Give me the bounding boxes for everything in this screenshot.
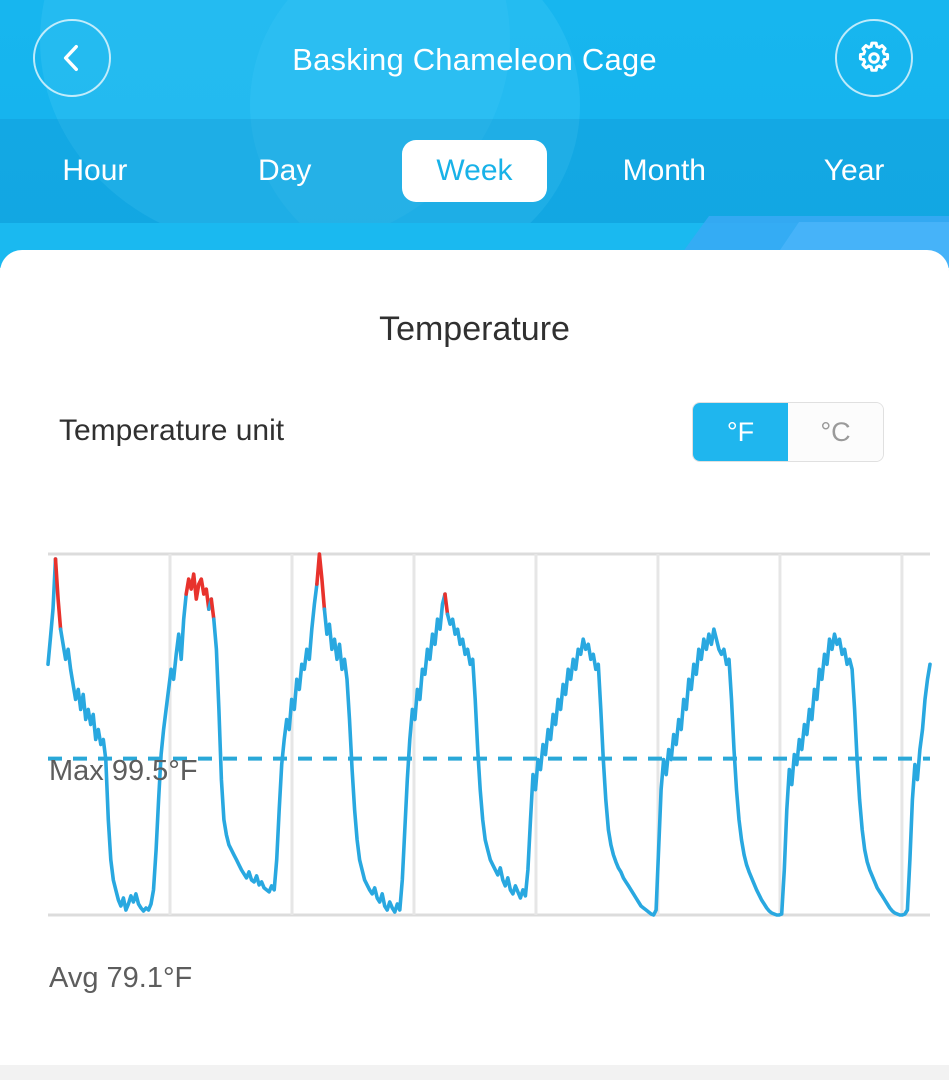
temperature-line-over-threshold <box>445 594 448 614</box>
temperature-line-over-threshold <box>317 554 325 609</box>
temperature-line <box>448 614 931 915</box>
tab-month-label: Month <box>589 140 740 202</box>
tab-day[interactable]: Day <box>190 119 380 223</box>
bottom-band <box>0 1065 949 1080</box>
page-title: Basking Chameleon Cage <box>0 0 949 119</box>
avg-stat-label: Avg 79.1°F <box>49 962 192 995</box>
temperature-line <box>61 594 187 911</box>
temperature-line <box>48 559 56 664</box>
tab-hour[interactable]: Hour <box>0 119 190 223</box>
period-tabs: Hour Day Week Month Year <box>0 119 949 223</box>
temperature-line <box>324 594 445 912</box>
temperature-line-over-threshold <box>211 599 214 619</box>
tab-week-label: Week <box>402 140 546 202</box>
tab-year[interactable]: Year <box>759 119 949 223</box>
app-header: Basking Chameleon Cage Hour Day Week <box>0 0 949 268</box>
temperature-line <box>214 584 317 892</box>
tab-month[interactable]: Month <box>569 119 759 223</box>
temperature-chart[interactable]: Max 99.5°F Avg 79.1°F Min 63.5°F FriSatS… <box>0 250 949 1065</box>
temperature-line-over-threshold <box>56 559 61 629</box>
chevron-left-icon <box>55 41 89 75</box>
chart-canvas <box>0 250 949 1065</box>
back-button[interactable] <box>33 19 111 97</box>
tab-hour-label: Hour <box>28 140 161 202</box>
tab-week[interactable]: Week <box>380 119 570 223</box>
settings-button[interactable] <box>835 19 913 97</box>
app-root: Basking Chameleon Cage Hour Day Week <box>0 0 949 1080</box>
tab-day-label: Day <box>224 140 345 202</box>
temperature-line-over-threshold <box>186 574 209 609</box>
content-card: Temperature Temperature unit °F °C Max 9… <box>0 250 949 1065</box>
gear-icon <box>855 39 893 77</box>
tab-year-label: Year <box>790 140 919 202</box>
max-stat-label: Max 99.5°F <box>49 755 198 788</box>
